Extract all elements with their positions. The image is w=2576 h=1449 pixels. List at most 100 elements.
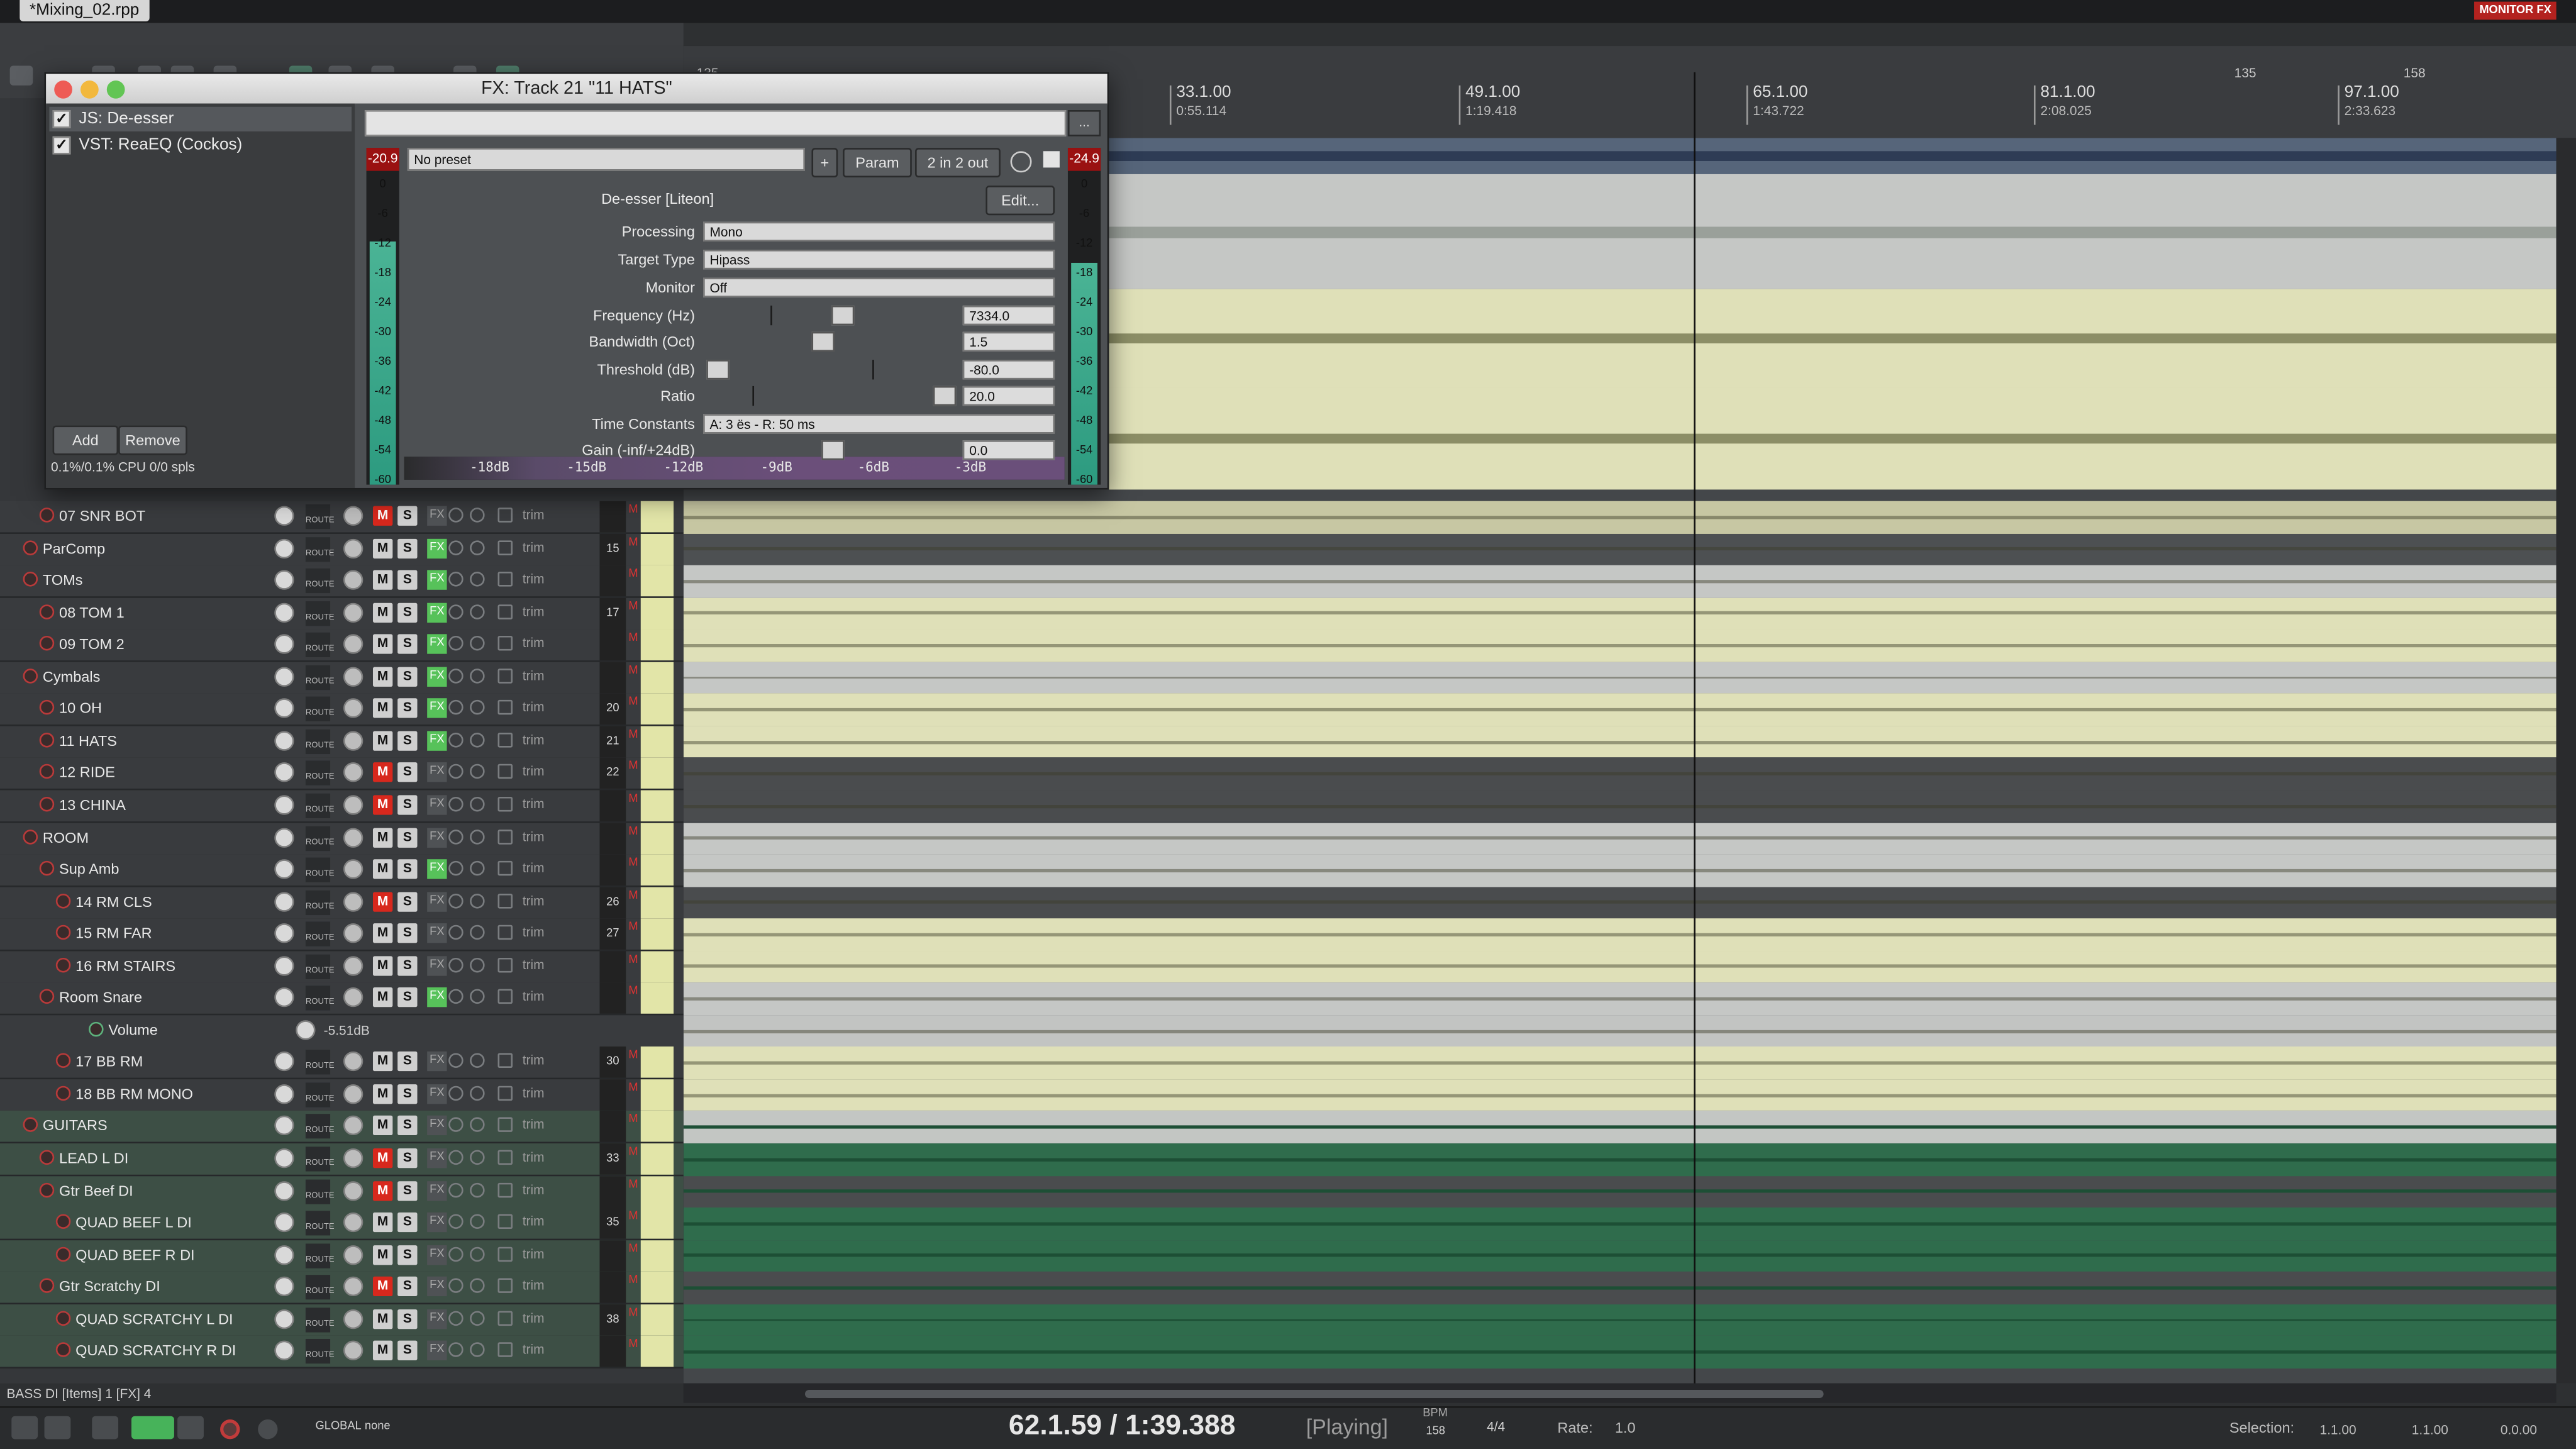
track-name[interactable]: LEAD L DI [59,1148,128,1170]
mute-button[interactable]: M [372,1148,393,1169]
automation-mode-label[interactable]: trim [523,1279,545,1294]
envelope-icon[interactable] [497,604,513,619]
mute-button[interactable]: M [372,1309,393,1329]
track-name[interactable]: QUAD BEEF L DI [75,1213,192,1234]
fx-bypass-icon[interactable] [448,893,464,908]
fx-button[interactable]: FX [427,538,447,558]
fx-button[interactable]: FX [427,1180,447,1201]
track-lane[interactable] [683,1240,2557,1272]
track-name[interactable]: Cymbals [43,667,100,688]
record-arm-icon[interactable] [39,989,55,1004]
envelope-icon[interactable] [497,540,513,555]
volume-knob[interactable] [274,763,294,783]
preset-select[interactable]: No preset [407,148,806,171]
record-arm-icon[interactable] [23,1118,38,1133]
track-row[interactable]: 11 HATS ROUTE M S FX trim 21 M [0,726,684,759]
phase-icon[interactable] [470,1150,485,1165]
automation-mode-label[interactable]: trim [523,1246,545,1262]
route-button[interactable]: ROUTE [305,665,335,690]
track-select-strip[interactable] [640,1208,674,1239]
pan-knob[interactable] [343,731,364,751]
mute-button[interactable]: M [372,763,393,783]
track-lane[interactable] [683,662,2557,694]
track-name[interactable]: 13 CHINA [59,795,126,816]
volume-knob[interactable] [274,827,294,847]
fx-button[interactable]: FX [427,506,447,526]
pan-knob[interactable] [343,1180,364,1201]
track-select-strip[interactable] [640,822,674,854]
pan-knob[interactable] [343,538,364,558]
frequency-slider[interactable] [831,305,855,326]
mute-button[interactable]: M [372,1213,393,1233]
record-icon[interactable] [220,1419,240,1440]
phase-icon[interactable] [470,1342,485,1358]
automation-mode-label[interactable]: trim [523,1085,545,1101]
envelope-icon[interactable] [497,732,513,748]
volume-knob[interactable] [274,602,294,623]
volume-knob[interactable] [274,1213,294,1233]
track-name[interactable]: 16 RM STAIRS [75,956,175,977]
pan-knob[interactable] [343,1341,364,1361]
mute-button[interactable]: M [372,923,393,943]
timeconst-select[interactable]: A: 3 ës - R: 50 ms [703,414,1055,434]
volume-knob[interactable] [274,1180,294,1201]
phase-icon[interactable] [470,989,485,1004]
automation-mode-label[interactable]: trim [523,1053,545,1069]
phase-icon[interactable] [470,796,485,812]
record-arm-icon[interactable] [39,508,55,523]
phase-icon[interactable] [470,764,485,780]
record-arm-icon[interactable] [39,732,55,748]
track-select-strip[interactable] [640,726,674,757]
record-arm-icon[interactable] [39,764,55,780]
fx-name-field[interactable] [364,110,1067,136]
bypass-icon[interactable] [1010,151,1032,173]
checkbox-icon[interactable]: ✓ [52,136,71,155]
volume-knob[interactable] [274,1309,294,1329]
pan-knob[interactable] [343,506,364,526]
mute-button[interactable]: M [372,506,393,526]
track-lane[interactable] [683,822,2557,855]
mute-button[interactable]: M [372,698,393,719]
envelope-icon[interactable] [497,1214,513,1230]
envelope-icon[interactable] [497,668,513,684]
volume-knob[interactable] [274,570,294,591]
solo-button[interactable]: S [397,506,418,526]
track-row[interactable]: TOMs ROUTE M S FX trim M [0,565,684,599]
envelope-icon[interactable] [497,860,513,876]
track-name[interactable]: Sup Amb [59,859,119,880]
solo-button[interactable]: S [397,1341,418,1361]
track-select-strip[interactable] [640,790,674,821]
record-arm-icon[interactable] [23,668,38,684]
automation-mode-label[interactable]: trim [523,572,545,587]
record-arm-icon[interactable] [39,1150,55,1165]
track-select-strip[interactable] [640,533,674,565]
track-lane[interactable] [683,1143,2557,1176]
automation-mode-label[interactable]: trim [523,925,545,940]
vertical-scrollbar[interactable] [2556,138,2576,1384]
pan-knob[interactable] [343,666,364,687]
record-arm-icon[interactable] [39,860,55,876]
track-row[interactable]: ROOM ROUTE M S FX trim M [0,822,684,855]
track-lane[interactable] [683,1175,2557,1208]
phase-icon[interactable] [470,1085,485,1101]
track-row[interactable]: Room Snare ROUTE M S FX trim M [0,982,684,1016]
envelope-icon[interactable] [497,572,513,587]
pan-knob[interactable] [343,698,364,719]
track-select-strip[interactable] [640,1336,674,1368]
track-row[interactable]: 15 RM FAR ROUTE M S FX trim 27 M [0,918,684,952]
route-button[interactable]: ROUTE [305,1243,335,1268]
track-name[interactable]: 10 OH [59,699,102,720]
fx-button[interactable]: FX [427,1052,447,1072]
pan-knob[interactable] [343,891,364,911]
automation-mode-label[interactable]: trim [523,669,545,684]
mute-button[interactable]: M [372,634,393,655]
track-row[interactable]: 18 BB RM MONO ROUTE M S FX trim M [0,1079,684,1113]
track-row[interactable]: 09 TOM 2 ROUTE M S FX trim M [0,629,684,663]
route-button[interactable]: ROUTE [305,793,335,818]
solo-button[interactable]: S [397,955,418,975]
solo-button[interactable]: S [397,763,418,783]
track-lane[interactable] [683,1014,2557,1047]
mute-button[interactable]: M [372,1245,393,1265]
volume-knob[interactable] [274,859,294,879]
route-button[interactable]: ROUTE [305,1339,335,1364]
